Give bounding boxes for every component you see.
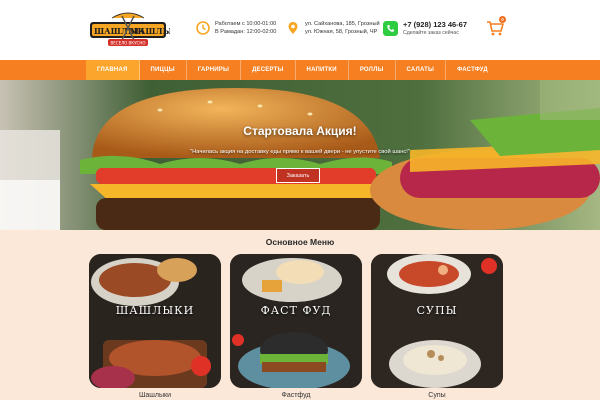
- logo-text-bottom: МАШЛЫК: [130, 26, 170, 36]
- brand-logo[interactable]: ШАШЛЫК МАШЛЫК ВЕСЕЛО ВКУСНО: [86, 8, 180, 52]
- nav-item-rolls[interactable]: РОЛЛЫ: [349, 60, 396, 80]
- hero-burger-image: [0, 80, 600, 230]
- card-caption-soups[interactable]: Супы: [371, 392, 503, 399]
- location-pin-icon: [288, 22, 298, 34]
- shashlik-image: [89, 254, 221, 388]
- address-line1[interactable]: ул. Сайханова, 185, Грозный: [305, 20, 380, 28]
- nav-item-desserts[interactable]: ДЕСЕРТЫ: [241, 60, 296, 80]
- fastfood-image: [230, 254, 362, 388]
- menu-section-title: Основное Меню: [265, 237, 335, 247]
- card-caption-shashlik[interactable]: Шашлыки: [89, 392, 221, 399]
- card-label-soups: СУПЫ: [416, 304, 458, 317]
- card-caption-fastfood[interactable]: Фастфуд: [230, 392, 362, 399]
- header: ШАШЛЫК МАШЛЫК ВЕСЕЛО ВКУСНО Работаем с 1…: [0, 0, 600, 60]
- hero-subtitle: "Начилась акция на доставку еды прямо к …: [190, 149, 410, 155]
- menu-card-fastfood[interactable]: ФАСТ ФУД: [230, 254, 362, 388]
- nav-item-sides[interactable]: ГАРНИРЫ: [187, 60, 242, 80]
- menu-card-shashlik[interactable]: ШАШЛЫКИ: [89, 254, 221, 388]
- card-label-shashlik: ШАШЛЫКИ: [115, 304, 195, 317]
- address-line2[interactable]: ул. Южная, 58, Грозный, ЧР: [305, 28, 380, 36]
- nav-item-drinks[interactable]: НАПИТКИ: [296, 60, 349, 80]
- nav-item-pizza[interactable]: ПИЦЦЫ: [140, 60, 187, 80]
- hours-line1: Работаем с 10:00-01:00: [215, 21, 277, 27]
- order-button[interactable]: Заказать: [276, 168, 320, 183]
- soups-image: [371, 254, 503, 388]
- whatsapp-icon[interactable]: [383, 21, 398, 36]
- hero-banner: Стартовала Акция! "Начилась акция на дос…: [0, 80, 600, 230]
- nav-item-home[interactable]: ГЛАВНАЯ: [86, 60, 140, 80]
- hours-line2: В Рамадан: 12:00-02:00: [215, 29, 277, 35]
- address-block: ул. Сайханова, 185, Грозный ул. Южная, 5…: [286, 20, 380, 36]
- logo-sub: ВЕСЕЛО ВКУСНО: [111, 41, 146, 46]
- nav-item-fastfood[interactable]: ФАСТФУД: [446, 60, 499, 80]
- hero-title: Стартовала Акция!: [243, 124, 357, 138]
- nav-item-salads[interactable]: САЛАТЫ: [396, 60, 447, 80]
- hours-block: Работаем с 10:00-01:00 В Рамадан: 12:00-…: [196, 20, 276, 36]
- clock-icon: [196, 21, 210, 35]
- cart-count-badge: 0: [499, 16, 506, 23]
- phone-number[interactable]: +7 (928) 123 46-67: [403, 20, 467, 29]
- main-nav: ГЛАВНАЯ ПИЦЦЫ ГАРНИРЫ ДЕСЕРТЫ НАПИТКИ РО…: [0, 60, 600, 80]
- phone-sub: Сделайте заказ сейчас: [403, 30, 459, 36]
- menu-card-soups[interactable]: СУПЫ: [371, 254, 503, 388]
- card-label-fastfood: ФАСТ ФУД: [260, 304, 332, 317]
- phone-block[interactable]: +7 (928) 123 46-67 Сделайте заказ сейчас: [383, 20, 467, 37]
